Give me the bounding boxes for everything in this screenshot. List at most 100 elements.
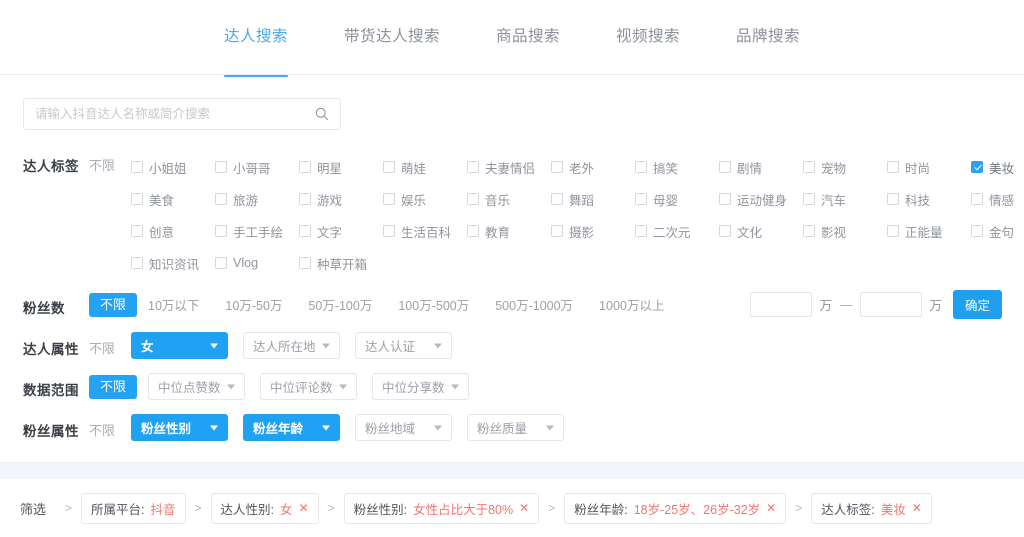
tag-checkbox-item[interactable]: 夫妻情侣 <box>467 158 551 177</box>
tag-checkbox-item[interactable]: 宠物 <box>803 158 887 177</box>
tag-checkbox-item[interactable]: 美食 <box>131 190 215 209</box>
fans-min-input[interactable] <box>750 292 813 317</box>
tag-checkbox-item[interactable]: 游戏 <box>299 190 383 209</box>
checkbox-icon[interactable] <box>215 225 227 237</box>
fans-count-option[interactable]: 10万-50万 <box>225 291 282 318</box>
filter-chip[interactable]: 达人标签: 美妆 ✕ <box>811 492 932 524</box>
checkbox-icon[interactable] <box>719 225 731 237</box>
tag-checkbox-item[interactable]: 手工手绘 <box>215 222 299 241</box>
dropdown-粉丝年龄[interactable]: 粉丝年龄 <box>243 414 340 441</box>
checkbox-icon[interactable] <box>131 225 143 237</box>
tag-checkbox-item[interactable]: 摄影 <box>551 222 635 241</box>
checkbox-icon[interactable] <box>299 161 311 173</box>
tag-checkbox-item[interactable]: 母婴 <box>635 190 719 209</box>
checkbox-icon[interactable] <box>551 225 563 237</box>
checkbox-icon[interactable] <box>887 225 899 237</box>
tag-checkbox-item[interactable]: 小姐姐 <box>131 158 215 177</box>
checkbox-icon[interactable] <box>131 161 143 173</box>
checkbox-icon[interactable] <box>635 193 647 205</box>
dropdown-达人认证[interactable]: 达人认证 <box>355 332 452 359</box>
close-icon[interactable]: ✕ <box>912 502 922 514</box>
search-input[interactable] <box>24 99 340 129</box>
tag-checkbox-item[interactable]: 娱乐 <box>383 190 467 209</box>
tag-checkbox-item[interactable]: 金句 <box>971 222 1024 241</box>
tag-checkbox-item[interactable]: 小哥哥 <box>215 158 299 177</box>
dropdown-中位点赞数[interactable]: 中位点赞数 <box>148 373 246 400</box>
checkbox-icon[interactable] <box>299 225 311 237</box>
dropdown-粉丝地域[interactable]: 粉丝地域 <box>355 414 452 441</box>
tag-checkbox-item[interactable]: 老外 <box>551 158 635 177</box>
tag-checkbox-item[interactable]: 舞蹈 <box>551 190 635 209</box>
checkbox-icon[interactable] <box>887 193 899 205</box>
fans-count-option[interactable]: 50万-100万 <box>308 291 372 318</box>
tag-checkbox-item[interactable]: 美妆 <box>971 158 1024 177</box>
checkbox-icon[interactable] <box>803 161 815 173</box>
checkbox-icon[interactable] <box>971 225 983 237</box>
close-icon[interactable]: ✕ <box>766 502 776 514</box>
dropdown-中位分享数[interactable]: 中位分享数 <box>372 373 470 400</box>
fans-range-confirm-button[interactable]: 确定 <box>952 290 1002 319</box>
fans-count-option[interactable]: 500万-1000万 <box>495 291 573 318</box>
checkbox-icon[interactable] <box>383 193 395 205</box>
tag-checkbox-item[interactable]: 二次元 <box>635 222 719 241</box>
tag-checkbox-item[interactable]: 剧情 <box>719 158 803 177</box>
creator-tags-unlimited[interactable]: 不限 <box>89 151 131 174</box>
checkbox-icon[interactable] <box>215 257 227 269</box>
tag-checkbox-item[interactable]: 运动健身 <box>719 190 803 209</box>
dropdown-中位评论数[interactable]: 中位评论数 <box>260 373 358 400</box>
tag-checkbox-item[interactable]: 创意 <box>131 222 215 241</box>
checkbox-icon[interactable] <box>467 193 479 205</box>
checkbox-icon[interactable] <box>635 225 647 237</box>
tag-checkbox-item[interactable]: 教育 <box>467 222 551 241</box>
checkbox-icon[interactable] <box>551 161 563 173</box>
checkbox-icon[interactable] <box>719 161 731 173</box>
checkbox-icon[interactable] <box>215 193 227 205</box>
tab-1[interactable]: 带货达人搜索 <box>344 24 440 50</box>
tab-2[interactable]: 商品搜索 <box>496 24 560 50</box>
data-range-unlimited-button[interactable]: 不限 <box>89 374 138 399</box>
tag-checkbox-item[interactable]: 生活百科 <box>383 222 467 241</box>
filter-chip[interactable]: 所属平台: 抖音 <box>81 492 186 524</box>
checkbox-icon[interactable] <box>551 193 563 205</box>
checkbox-icon[interactable] <box>299 257 311 269</box>
close-icon[interactable]: ✕ <box>519 502 529 514</box>
tab-3[interactable]: 视频搜索 <box>616 24 680 50</box>
checkbox-icon[interactable] <box>971 193 983 205</box>
tag-checkbox-item[interactable]: 搞笑 <box>635 158 719 177</box>
checkbox-icon[interactable] <box>971 161 983 173</box>
fans-attrs-unlimited[interactable]: 不限 <box>89 416 131 439</box>
tag-checkbox-item[interactable]: 萌娃 <box>383 158 467 177</box>
creator-attrs-unlimited[interactable]: 不限 <box>89 334 131 357</box>
tag-checkbox-item[interactable]: 知识资讯 <box>131 254 215 273</box>
checkbox-icon[interactable] <box>383 225 395 237</box>
checkbox-icon[interactable] <box>719 193 731 205</box>
checkbox-icon[interactable] <box>635 161 647 173</box>
tag-checkbox-item[interactable]: 正能量 <box>887 222 971 241</box>
dropdown-粉丝质量[interactable]: 粉丝质量 <box>467 414 564 441</box>
checkbox-icon[interactable] <box>383 161 395 173</box>
checkbox-icon[interactable] <box>887 161 899 173</box>
tag-checkbox-item[interactable]: 旅游 <box>215 190 299 209</box>
dropdown-粉丝性别[interactable]: 粉丝性别 <box>131 414 228 441</box>
checkbox-icon[interactable] <box>131 193 143 205</box>
close-icon[interactable]: ✕ <box>299 502 309 514</box>
checkbox-icon[interactable] <box>467 225 479 237</box>
checkbox-icon[interactable] <box>803 225 815 237</box>
tab-0[interactable]: 达人搜索 <box>223 24 288 77</box>
fans-max-input[interactable] <box>860 292 923 317</box>
fans-count-option[interactable]: 1000万以上 <box>599 291 664 318</box>
filter-chip[interactable]: 粉丝性别: 女性占比大于80% ✕ <box>343 492 540 524</box>
tag-checkbox-item[interactable]: 情感 <box>971 190 1024 209</box>
dropdown-达人所在地[interactable]: 达人所在地 <box>243 332 340 359</box>
tag-checkbox-item[interactable]: 汽车 <box>803 190 887 209</box>
tag-checkbox-item[interactable]: 文字 <box>299 222 383 241</box>
checkbox-icon[interactable] <box>803 193 815 205</box>
search-box[interactable] <box>23 98 341 130</box>
tag-checkbox-item[interactable]: 时尚 <box>887 158 971 177</box>
tag-checkbox-item[interactable]: 科技 <box>887 190 971 209</box>
dropdown-女[interactable]: 女 <box>131 332 228 359</box>
tab-4[interactable]: 品牌搜索 <box>736 24 800 50</box>
tag-checkbox-item[interactable]: 文化 <box>719 222 803 241</box>
tag-checkbox-item[interactable]: 影视 <box>803 222 887 241</box>
fans-count-unlimited-button[interactable]: 不限 <box>89 292 138 317</box>
